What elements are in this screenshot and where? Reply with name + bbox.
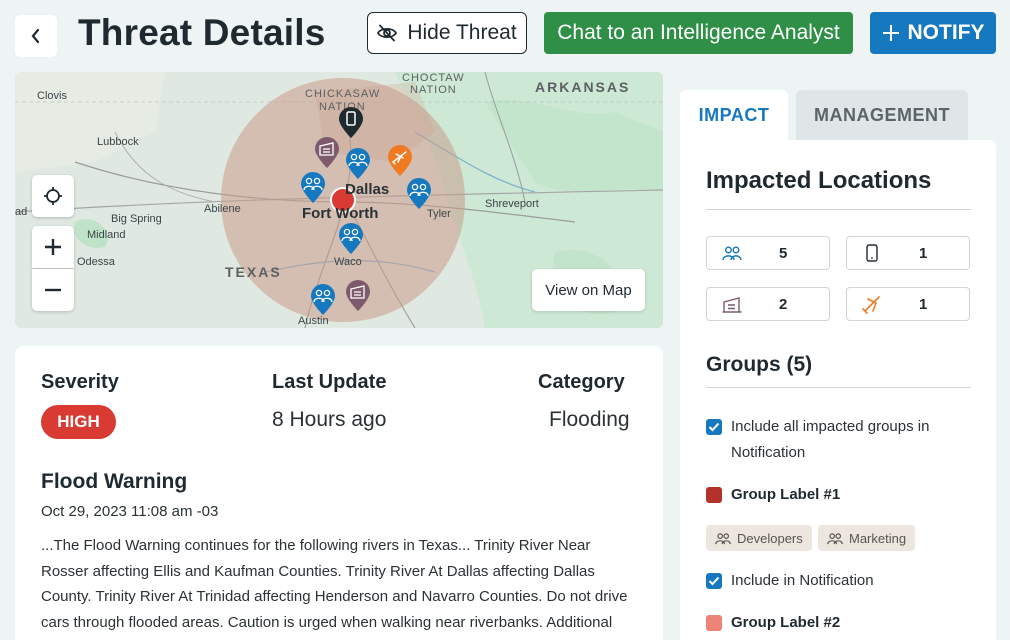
zoom-out-button[interactable] — [32, 269, 74, 311]
tab-management[interactable]: MANAGEMENT — [796, 90, 968, 140]
check-icon — [708, 576, 720, 586]
tab-impact[interactable]: IMPACT — [680, 90, 788, 140]
users-icon — [827, 532, 843, 544]
map-label-midland: Midland — [87, 229, 126, 241]
chevron-left-icon — [31, 28, 40, 44]
impacted-locations-title: Impacted Locations — [706, 167, 932, 194]
map-label-waco: Waco — [334, 256, 362, 268]
map-label-lubbock: Lubbock — [97, 136, 139, 148]
map-label-dallas: Dallas — [345, 181, 390, 198]
include-all-checkbox[interactable] — [706, 419, 722, 435]
threat-description-line: cars through flooded areas. Caution is u… — [41, 613, 613, 631]
threat-description-line: County. Trinity River At Trinidad affect… — [41, 588, 628, 605]
threat-title: Flood Warning — [41, 470, 188, 493]
map-label-choctaw-nation: NATION — [410, 84, 457, 96]
building-pin-icon[interactable] — [345, 280, 371, 312]
last-update-heading: Last Update — [272, 371, 387, 393]
plus-icon — [882, 25, 899, 41]
include-all-label-line: Include all impacted groups in — [731, 418, 930, 435]
divider — [706, 387, 971, 388]
eye-off-icon — [377, 24, 398, 42]
map-label-austin: Austin — [298, 315, 329, 327]
group2-color-swatch — [706, 615, 722, 631]
map-label-fort-worth: Fort Worth — [302, 205, 379, 222]
chat-analyst-label: Chat to an Intelligence Analyst — [557, 21, 840, 44]
buildings-count[interactable]: 2 — [706, 287, 830, 321]
devices-count-value: 1 — [919, 244, 928, 262]
map-label-texas: TEXAS — [225, 264, 282, 280]
crosshair-icon — [44, 187, 62, 205]
divider — [706, 209, 971, 210]
travel-count[interactable]: 1 — [846, 287, 970, 321]
group-pin-icon[interactable] — [310, 284, 336, 316]
hide-threat-button[interactable]: Hide Threat — [367, 12, 527, 54]
group-chip-marketing: Marketing — [818, 525, 916, 551]
users-icon — [715, 532, 731, 544]
page-title: Threat Details — [78, 12, 326, 53]
group-chip-developers: Developers — [706, 525, 812, 551]
travel-count-value: 1 — [919, 295, 928, 313]
include-all-label-line: Notification — [731, 444, 806, 461]
buildings-count-value: 2 — [779, 295, 788, 313]
check-icon — [708, 422, 720, 432]
category-heading: Category — [538, 371, 625, 393]
view-on-map-button[interactable]: View on Map — [532, 269, 645, 311]
group-pin-icon[interactable] — [300, 172, 326, 204]
group-pin-icon[interactable] — [406, 178, 432, 210]
minus-icon — [45, 288, 61, 292]
plus-icon — [45, 239, 61, 255]
threat-description-line: Rosser affecting Ellis and Kaufman Count… — [41, 562, 595, 580]
threat-description: ...The Flood Warning continues for the f… — [41, 533, 641, 635]
include-group1-checkbox[interactable] — [706, 573, 722, 589]
group-chip-label: Marketing — [849, 530, 907, 546]
chat-analyst-button[interactable]: Chat to an Intelligence Analyst — [544, 12, 853, 54]
notify-label: NOTIFY — [907, 21, 985, 44]
map-label-clovis: Clovis — [37, 90, 67, 102]
map-label-chickasaw: CHICKASAW — [305, 88, 381, 100]
group2-label: Group Label #2 — [731, 614, 841, 631]
back-button[interactable] — [15, 15, 57, 57]
hide-threat-label: Hide Threat — [407, 21, 517, 44]
groups-count-value: 5 — [779, 244, 788, 262]
map-label-shreveport: Shreveport — [485, 198, 539, 210]
group1-color-swatch — [706, 487, 722, 503]
device-pin-icon[interactable] — [338, 107, 364, 139]
building-icon — [722, 297, 742, 313]
include-all-label: Include all impacted groups in Notificat… — [731, 414, 929, 466]
zoom-in-button[interactable] — [32, 226, 74, 268]
groups-title: Groups (5) — [706, 353, 813, 376]
notify-button[interactable]: NOTIFY — [870, 12, 996, 54]
travel-pin-icon[interactable] — [387, 145, 413, 177]
map-label-big-spring: Big Spring — [111, 213, 162, 225]
groups-count[interactable]: 5 — [706, 236, 830, 270]
severity-heading: Severity — [41, 371, 119, 393]
group-pin-icon[interactable] — [338, 223, 364, 255]
category-value: Flooding — [549, 408, 630, 431]
impact-panel — [680, 140, 996, 640]
map-label-arkansas: ARKANSAS — [535, 79, 631, 95]
devices-count[interactable]: 1 — [846, 236, 970, 270]
view-on-map-label: View on Map — [545, 281, 632, 299]
map-label-abilene: Abilene — [204, 203, 241, 215]
airplane-icon — [862, 296, 880, 314]
map-label-odessa: Odessa — [77, 256, 115, 268]
threat-description-line: ...The Flood Warning continues for the f… — [41, 537, 591, 554]
include-group1-label: Include in Notification — [731, 572, 874, 589]
last-update-value: 8 Hours ago — [272, 408, 387, 431]
threat-date: Oct 29, 2023 11:08 am -03 — [41, 503, 219, 520]
recenter-button[interactable] — [32, 175, 74, 217]
map-label-ad: ad — [15, 206, 28, 218]
group1-label: Group Label #1 — [731, 486, 841, 503]
users-icon — [722, 246, 742, 261]
group-pin-icon[interactable] — [345, 148, 371, 180]
building-pin-icon[interactable] — [314, 137, 340, 169]
group-chip-label: Developers — [737, 530, 803, 546]
phone-icon — [866, 244, 878, 262]
severity-badge: HIGH — [41, 405, 116, 439]
map-label-choctaw: CHOCTAW — [402, 72, 465, 84]
